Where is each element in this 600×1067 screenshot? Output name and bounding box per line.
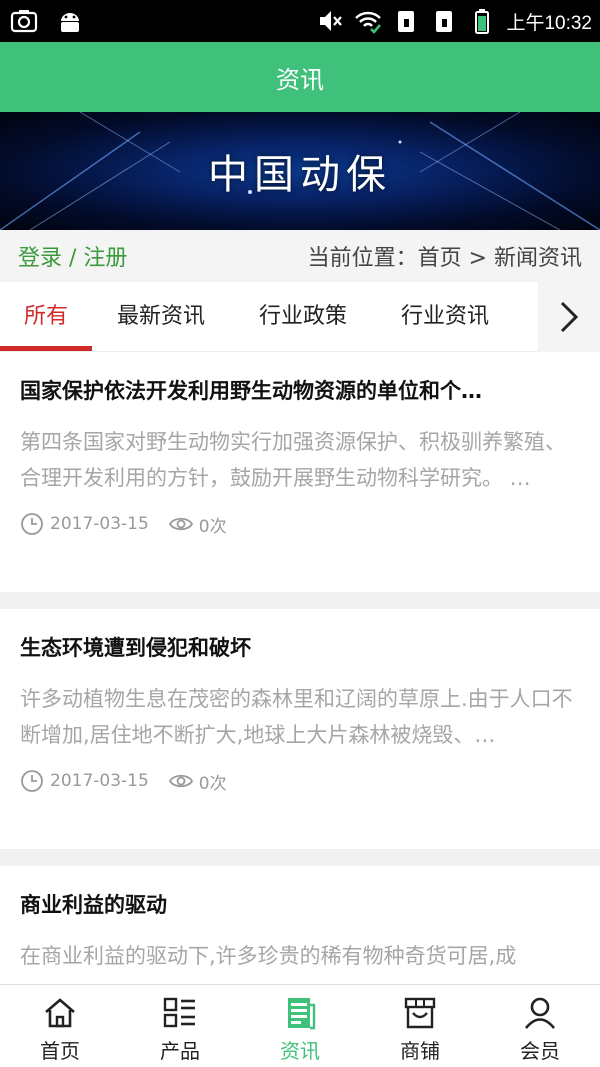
app-header: 资讯 (0, 42, 600, 112)
clock-icon (21, 513, 43, 535)
wifi-icon (355, 11, 382, 34)
sim2-icon (436, 11, 453, 32)
sim1-icon (398, 11, 415, 32)
news-icon (288, 998, 316, 1030)
tab-label: 行业政策 (258, 304, 347, 329)
banner-title: 中国动保 (208, 152, 392, 198)
nav-label: 资讯 (280, 1039, 320, 1063)
news-meta: 2017-03-15 0次 (20, 767, 580, 795)
nav-member[interactable]: 会员 (480, 985, 600, 1067)
news-item[interactable]: 商业利益的驱动 在商业利益的驱动下,许多珍贵的稀有物种奇货可居,成 (0, 866, 600, 984)
category-tabs: 所有 最新资讯 行业政策 行业资讯 (0, 282, 600, 352)
active-tab-indicator (0, 346, 92, 351)
nav-shop[interactable]: 商铺 (360, 985, 480, 1067)
news-title[interactable]: 国家保护依法开发利用野生动物资源的单位和个… (20, 376, 580, 406)
news-item[interactable]: 生态环境遭到侵犯和破坏 许多动植物生息在茂密的森林里和辽阔的草原上.由于人口不断… (0, 609, 600, 849)
chevron-right-icon (560, 301, 579, 333)
news-summary: 许多动植物生息在茂密的森林里和辽阔的草原上.由于人口不断增加,居住地不断扩大,地… (20, 687, 573, 747)
tab-scroll-right-button[interactable] (538, 282, 600, 352)
news-title[interactable]: 商业利益的驱动 (20, 890, 580, 920)
nav-label: 会员 (520, 1039, 560, 1063)
news-date: 2017-03-15 (50, 771, 149, 791)
page-title: 资讯 (276, 65, 324, 94)
news-item[interactable]: 国家保护依法开发利用野生动物资源的单位和个… 第四条国家对野生动物实行加强资源保… (0, 352, 600, 592)
clock-icon (21, 770, 43, 792)
login-register-link[interactable]: 登录 / 注册 (18, 240, 127, 272)
screenshot-icon (10, 10, 38, 33)
tab-label: 最新资讯 (116, 304, 205, 329)
nav-label: 产品 (160, 1039, 200, 1063)
user-icon (524, 997, 556, 1029)
news-summary: 在商业利益的驱动下,许多珍贵的稀有物种奇货可居,成 (20, 944, 517, 968)
tab-industry-policy[interactable]: 行业政策 (242, 282, 364, 352)
tab-all[interactable]: 所有 (0, 282, 92, 352)
eye-icon (168, 517, 193, 531)
eye-icon (168, 774, 193, 788)
banner[interactable]: 中国动保 (0, 112, 600, 230)
news-views: 0次 (168, 512, 227, 537)
mute-icon (320, 11, 343, 31)
status-bar: 上午10:32 (0, 0, 600, 42)
product-list-icon (163, 997, 195, 1028)
tab-latest-news[interactable]: 最新资讯 (100, 282, 222, 352)
news-views: 0次 (168, 769, 227, 794)
nav-label: 商铺 (400, 1039, 440, 1063)
news-date: 2017-03-15 (50, 514, 149, 534)
breadcrumb: 当前位置：首页 > 新闻资讯 (307, 246, 582, 271)
tab-industry-news[interactable]: 行业资讯 (384, 282, 506, 352)
status-time: 上午10:32 (506, 12, 592, 34)
nav-label: 首页 (40, 1039, 80, 1063)
home-icon (45, 998, 75, 1028)
news-title[interactable]: 生态环境遭到侵犯和破坏 (20, 633, 580, 663)
nav-home[interactable]: 首页 (0, 985, 120, 1067)
nav-news[interactable]: 资讯 (240, 985, 360, 1067)
android-icon (61, 13, 79, 32)
tab-label: 行业资讯 (400, 304, 489, 329)
nav-products[interactable]: 产品 (120, 985, 240, 1067)
news-meta: 2017-03-15 0次 (20, 510, 580, 538)
news-list: 国家保护依法开发利用野生动物资源的单位和个… 第四条国家对野生动物实行加强资源保… (0, 352, 600, 984)
news-views-count: 0次 (198, 773, 227, 794)
battery-icon (475, 9, 490, 34)
shop-icon (404, 997, 436, 1029)
tab-label: 所有 (23, 304, 68, 329)
breadcrumb-row: 登录 / 注册 当前位置：首页 > 新闻资讯 (0, 230, 600, 282)
bottom-nav: 首页 产品 资讯 商铺 会员 (0, 984, 600, 1067)
news-views-count: 0次 (198, 516, 227, 537)
news-summary: 第四条国家对野生动物实行加强资源保护、积极驯养繁殖、合理开发利用的方针，鼓励开展… (20, 430, 566, 490)
